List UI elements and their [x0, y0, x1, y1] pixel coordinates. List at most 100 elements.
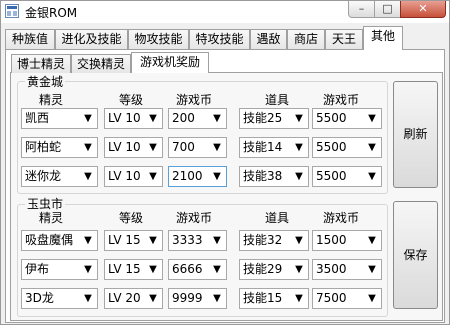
level-select[interactable]: LV 15 ▼: [104, 230, 163, 251]
subtab-professor-pokemon[interactable]: 博士精灵: [11, 54, 71, 73]
chevron-down-icon[interactable]: ▼: [292, 260, 306, 279]
chevron-down-icon[interactable]: ▼: [146, 167, 160, 186]
item-select[interactable]: 技能32 ▼: [239, 230, 309, 251]
chevron-down-icon[interactable]: ▼: [81, 231, 95, 250]
item-select[interactable]: 技能29 ▼: [239, 259, 309, 280]
item-coin-cost-select[interactable]: 1500 ▼: [312, 230, 382, 251]
window-title: 金银ROM: [25, 6, 78, 20]
tab-special-skills[interactable]: 特攻技能: [189, 29, 250, 49]
chevron-down-icon[interactable]: ▼: [146, 109, 160, 128]
tab-species-stats[interactable]: 种族值: [5, 29, 55, 49]
select-value: 2100: [172, 169, 203, 183]
chevron-down-icon[interactable]: ▼: [81, 260, 95, 279]
chevron-down-icon[interactable]: ▼: [365, 109, 379, 128]
select-value: LV 10: [108, 140, 141, 154]
chevron-down-icon[interactable]: ▼: [292, 138, 306, 157]
chevron-down-icon[interactable]: ▼: [81, 289, 95, 308]
select-value: LV 20: [108, 291, 141, 305]
title-bar: 金银ROM – □ ✕: [1, 1, 449, 23]
select-value: 技能14: [243, 140, 283, 154]
header-coins: 游戏币: [176, 93, 213, 107]
coin-cost-select[interactable]: 9999 ▼: [168, 288, 227, 309]
level-select[interactable]: LV 10 ▼: [104, 108, 163, 129]
item-coin-cost-select[interactable]: 5500 ▼: [312, 166, 382, 187]
item-select[interactable]: 技能15 ▼: [239, 288, 309, 309]
select-value: 7500: [316, 291, 347, 305]
select-value: 700: [172, 140, 195, 154]
tab-evolution-skills[interactable]: 进化及技能: [55, 29, 128, 49]
tab-other[interactable]: 其他: [363, 26, 403, 50]
pokemon-select[interactable]: 凯西 ▼: [21, 108, 98, 129]
level-select[interactable]: LV 10 ▼: [104, 166, 163, 187]
chevron-down-icon[interactable]: ▼: [292, 109, 306, 128]
pokemon-select[interactable]: 迷你龙 ▼: [21, 166, 98, 187]
chevron-down-icon[interactable]: ▼: [365, 138, 379, 157]
chevron-down-icon[interactable]: ▼: [365, 231, 379, 250]
chevron-down-icon[interactable]: ▼: [210, 109, 224, 128]
pokemon-select[interactable]: 伊布 ▼: [21, 259, 98, 280]
pokemon-select[interactable]: 3D龙 ▼: [21, 288, 98, 309]
coin-cost-select[interactable]: 700 ▼: [168, 137, 227, 158]
chevron-down-icon[interactable]: ▼: [210, 138, 224, 157]
select-value: 阿柏蛇: [25, 140, 62, 154]
chevron-down-icon[interactable]: ▼: [210, 289, 224, 308]
chevron-down-icon[interactable]: ▼: [146, 231, 160, 250]
subtab-trade-pokemon[interactable]: 交换精灵: [71, 54, 131, 73]
chevron-down-icon[interactable]: ▼: [292, 167, 306, 186]
chevron-down-icon[interactable]: ▼: [210, 167, 224, 186]
chevron-down-icon[interactable]: ▼: [81, 109, 95, 128]
subtab-game-corner-prizes[interactable]: 游戏机奖励: [131, 52, 209, 73]
item-coin-cost-select[interactable]: 3500 ▼: [312, 259, 382, 280]
chevron-down-icon[interactable]: ▼: [146, 138, 160, 157]
coin-cost-select[interactable]: 2100 ▼: [168, 166, 227, 187]
chevron-down-icon[interactable]: ▼: [210, 260, 224, 279]
coin-cost-select[interactable]: 200 ▼: [168, 108, 227, 129]
item-select[interactable]: 技能14 ▼: [239, 137, 309, 158]
save-button[interactable]: 保存: [393, 201, 438, 309]
chevron-down-icon[interactable]: ▼: [210, 231, 224, 250]
chevron-down-icon[interactable]: ▼: [292, 289, 306, 308]
chevron-down-icon[interactable]: ▼: [365, 289, 379, 308]
header-pokemon: 精灵: [39, 211, 64, 225]
select-value: 迷你龙: [25, 169, 62, 183]
level-select[interactable]: LV 15 ▼: [104, 259, 163, 280]
select-value: 技能29: [243, 262, 283, 276]
header-item: 道具: [265, 93, 290, 107]
refresh-button[interactable]: 刷新: [393, 81, 438, 188]
coin-cost-select[interactable]: 6666 ▼: [168, 259, 227, 280]
chevron-down-icon[interactable]: ▼: [81, 138, 95, 157]
level-select[interactable]: LV 20 ▼: [104, 288, 163, 309]
tab-shop[interactable]: 商店: [287, 29, 325, 49]
chevron-down-icon[interactable]: ▼: [365, 260, 379, 279]
chevron-down-icon[interactable]: ▼: [146, 260, 160, 279]
item-select[interactable]: 技能38 ▼: [239, 166, 309, 187]
close-button[interactable]: ✕: [400, 1, 446, 18]
item-coin-cost-select[interactable]: 5500 ▼: [312, 108, 382, 129]
minimize-button[interactable]: –: [348, 1, 375, 18]
select-value: 技能15: [243, 291, 283, 305]
chevron-down-icon[interactable]: ▼: [146, 289, 160, 308]
chevron-down-icon[interactable]: ▼: [365, 167, 379, 186]
select-value: 3333: [172, 233, 203, 247]
header-item: 道具: [265, 211, 290, 225]
chevron-down-icon[interactable]: ▼: [292, 231, 306, 250]
chevron-down-icon[interactable]: ▼: [81, 167, 95, 186]
coin-cost-select[interactable]: 3333 ▼: [168, 230, 227, 251]
tab-elite-four[interactable]: 天王: [325, 29, 363, 49]
item-coin-cost-select[interactable]: 7500 ▼: [312, 288, 382, 309]
maximize-button[interactable]: □: [374, 1, 401, 18]
tab-physical-skills[interactable]: 物攻技能: [128, 29, 189, 49]
level-select[interactable]: LV 10 ▼: [104, 137, 163, 158]
pokemon-select[interactable]: 阿柏蛇 ▼: [21, 137, 98, 158]
item-select[interactable]: 技能25 ▼: [239, 108, 309, 129]
header-level: 等级: [119, 211, 144, 225]
app-icon: [5, 4, 19, 18]
select-value: 200: [172, 111, 195, 125]
item-coin-cost-select[interactable]: 5500 ▼: [312, 137, 382, 158]
pokemon-select[interactable]: 吸盘魔偶 ▼: [21, 230, 98, 251]
select-value: 凯西: [25, 111, 50, 125]
select-value: LV 15: [108, 262, 141, 276]
select-value: 吸盘魔偶: [25, 233, 74, 247]
select-value: LV 10: [108, 111, 141, 125]
tab-encounter[interactable]: 遇敌: [250, 29, 287, 49]
